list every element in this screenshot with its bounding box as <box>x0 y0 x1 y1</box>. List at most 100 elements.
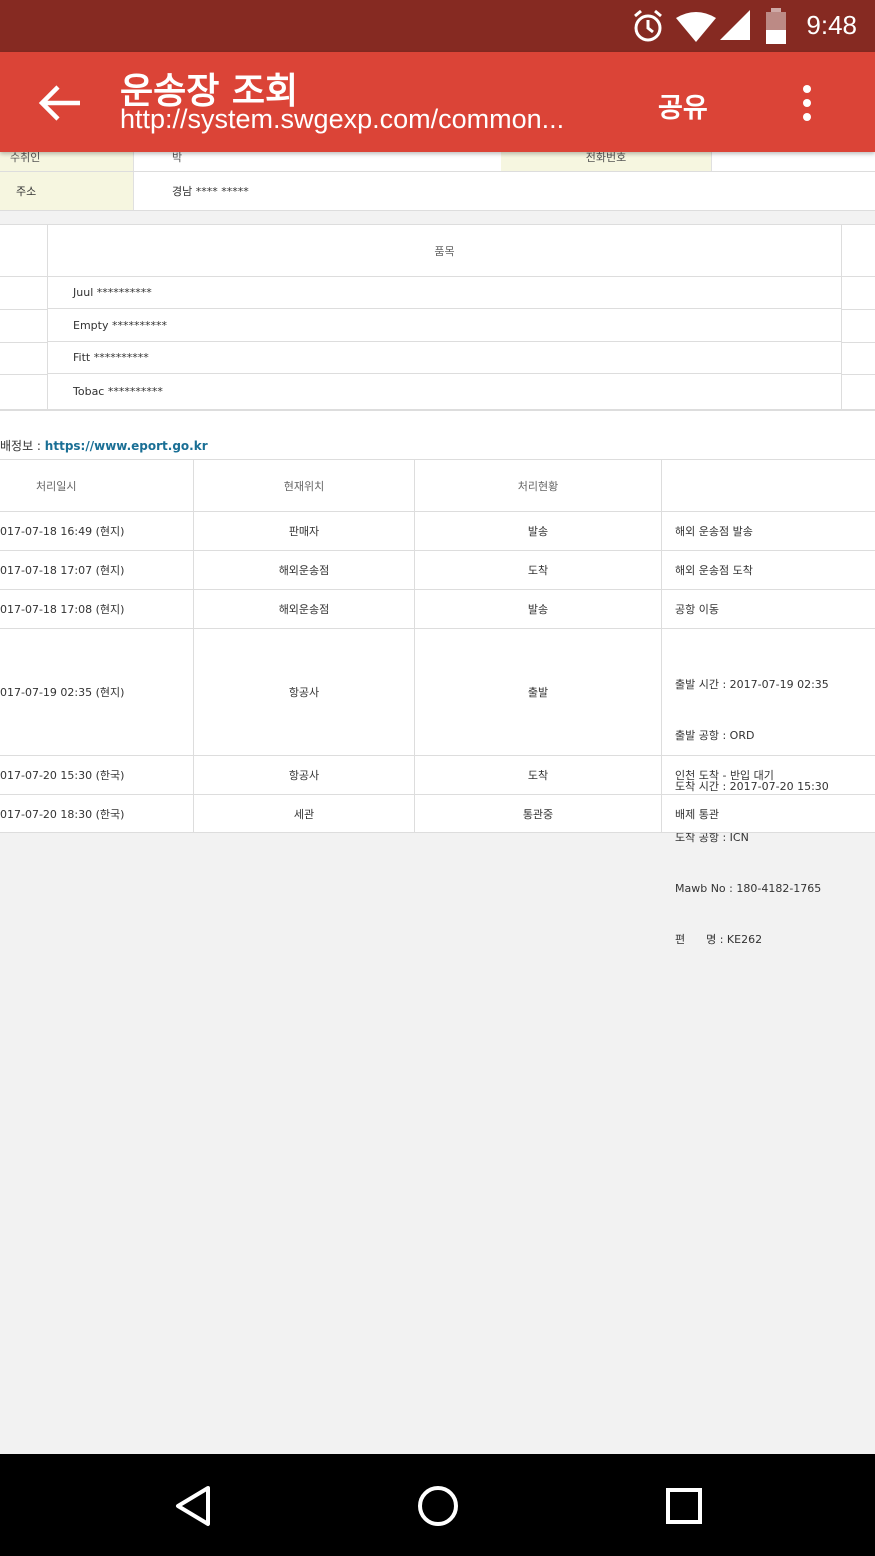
items-table: 품목 Juul ********** Empty ********** Fitt… <box>0 224 875 412</box>
datetime-cell: 017-07-20 15:30 (한국) <box>0 769 125 782</box>
items-header: 품목 <box>48 225 841 276</box>
table-row-detail: 인천 도착 - 반입 대기 <box>662 756 875 794</box>
table-row-datetime: 017-07-20 18:30 (한국) <box>0 795 193 832</box>
clock: 9:48 <box>806 10 857 40</box>
item-name: Tobac ********** <box>73 384 163 398</box>
tracking-table: 처리일시 현재위치 처리현황 017-07-18 16:49 (현지) 판매자 … <box>0 459 875 946</box>
table-row-location: 해외운송점 <box>194 551 414 589</box>
list-item: Fitt ********** <box>48 342 841 374</box>
table-row-status: 도착 <box>415 551 661 589</box>
status-cell: 도착 <box>527 769 549 782</box>
address-value-cell: 경남 **** ***** <box>133 172 875 210</box>
header-label: 현재위치 <box>283 479 325 493</box>
list-item: Juul ********** <box>48 277 841 309</box>
row-divider <box>0 374 48 375</box>
recents-square-icon[interactable] <box>664 1486 704 1526</box>
wifi-icon <box>676 12 716 42</box>
table-row-location: 세관 <box>194 795 414 832</box>
detail-cell: 인천 도착 - 반입 대기 <box>675 769 774 782</box>
header-label: 처리일시 <box>36 479 77 493</box>
table-row-detail: 해외 운송점 도착 <box>662 551 875 589</box>
location-cell: 해외운송점 <box>278 603 330 616</box>
battery-icon <box>766 8 786 44</box>
header-location: 현재위치 <box>194 460 414 511</box>
home-circle-icon[interactable] <box>416 1484 460 1528</box>
recipient-info-table: 수취인 박 전화번호 주소 경남 **** ***** <box>0 142 875 211</box>
detail-line: Mawb No : 180-4182-1765 <box>675 882 822 895</box>
detail-line: 편 명 : KE262 <box>675 933 763 946</box>
col-divider <box>841 225 842 409</box>
row-divider <box>0 832 875 833</box>
location-cell: 항공사 <box>288 686 320 699</box>
status-cell: 출발 <box>527 686 549 699</box>
datetime-cell: 017-07-18 17:07 (현지) <box>0 564 125 577</box>
table-row-location: 해외운송점 <box>194 590 414 628</box>
alarm-icon <box>634 9 662 42</box>
row-divider <box>0 342 48 343</box>
tracking-section: 배정보 : https://www.eport.go.kr 처리일시 현재위치 … <box>0 411 875 946</box>
customs-link-line: 배정보 : https://www.eport.go.kr <box>0 437 208 454</box>
status-cell: 발송 <box>527 603 549 616</box>
header-detail <box>662 460 875 511</box>
datetime-cell: 017-07-20 18:30 (한국) <box>0 807 125 821</box>
table-row-location: 판매자 <box>194 512 414 550</box>
more-vert-icon[interactable] <box>800 84 814 122</box>
datetime-cell: 017-07-18 16:49 (현지) <box>0 525 125 538</box>
item-name: Fitt ********** <box>73 351 149 364</box>
detail-cell: 해외 운송점 발송 <box>675 525 753 538</box>
signal-icon <box>720 10 750 40</box>
row-divider <box>842 374 875 375</box>
web-content[interactable]: 수취인 박 전화번호 주소 경남 **** ***** 품목 Juul ****… <box>0 142 875 1454</box>
datetime-cell: 017-07-19 02:35 (현지) <box>0 686 125 699</box>
page-url: http://system.swgexp.com/common... <box>120 104 565 134</box>
datetime-cell: 017-07-18 17:08 (현지) <box>0 603 125 616</box>
table-row-detail: 해외 운송점 발송 <box>662 512 875 550</box>
table-row-status: 도착 <box>415 756 661 794</box>
app-bar: 운송장 조회 http://system.swgexp.com/common..… <box>0 52 875 152</box>
row-divider <box>842 342 875 343</box>
items-header-label: 품목 <box>434 244 455 258</box>
table-row-detail: 배제 통관 <box>662 795 875 832</box>
address-value: 경남 **** ***** <box>172 185 249 198</box>
arrow-back-icon[interactable] <box>36 82 84 124</box>
table-row-datetime: 017-07-18 17:07 (현지) <box>0 551 193 589</box>
table-row-status: 발송 <box>415 512 661 550</box>
customs-link-prefix: 배정보 : <box>0 439 45 453</box>
share-button[interactable]: 공유 <box>658 86 708 125</box>
status-cell: 발송 <box>527 525 549 538</box>
row-divider <box>0 309 48 310</box>
table-row-status: 통관중 <box>415 795 661 832</box>
detail-cell: 해외 운송점 도착 <box>675 564 753 577</box>
table-row-datetime: 017-07-20 15:30 (한국) <box>0 756 193 794</box>
table-row-location: 항공사 <box>194 756 414 794</box>
location-cell: 세관 <box>293 807 315 821</box>
back-triangle-icon[interactable] <box>172 1484 212 1528</box>
location-cell: 항공사 <box>288 769 320 782</box>
table-row-datetime: 017-07-18 16:49 (현지) <box>0 512 193 550</box>
location-cell: 판매자 <box>288 525 320 538</box>
navigation-bar <box>0 1454 875 1556</box>
detail-cell: 배제 통관 <box>675 807 719 821</box>
header-label: 처리현황 <box>517 479 559 493</box>
customs-link[interactable]: https://www.eport.go.kr <box>45 439 208 453</box>
header-datetime: 처리일시 <box>0 460 193 511</box>
table-row-status: 발송 <box>415 590 661 628</box>
table-row-status: 출발 <box>415 629 661 755</box>
detail-line: 출발 공항 : ORD <box>675 729 755 742</box>
address-label-cell: 주소 <box>0 172 133 210</box>
detail-line: 출발 시간 : 2017-07-19 02:35 <box>675 678 829 691</box>
header-status: 처리현황 <box>415 460 661 511</box>
table-row-datetime: 017-07-18 17:08 (현지) <box>0 590 193 628</box>
detail-cell: 공항 이동 <box>675 603 719 616</box>
status-cell: 통관중 <box>522 807 554 821</box>
item-name: Empty ********** <box>73 318 167 332</box>
location-cell: 해외운송점 <box>278 564 330 577</box>
status-cell: 도착 <box>527 564 549 577</box>
list-item: Empty ********** <box>48 309 841 342</box>
table-row-datetime: 017-07-19 02:35 (현지) <box>0 629 193 755</box>
address-label: 주소 <box>16 185 37 198</box>
list-item: Tobac ********** <box>48 374 841 408</box>
table-row-detail: 공항 이동 <box>662 590 875 628</box>
row-divider <box>842 309 875 310</box>
status-bar: 9:48 <box>0 0 875 52</box>
